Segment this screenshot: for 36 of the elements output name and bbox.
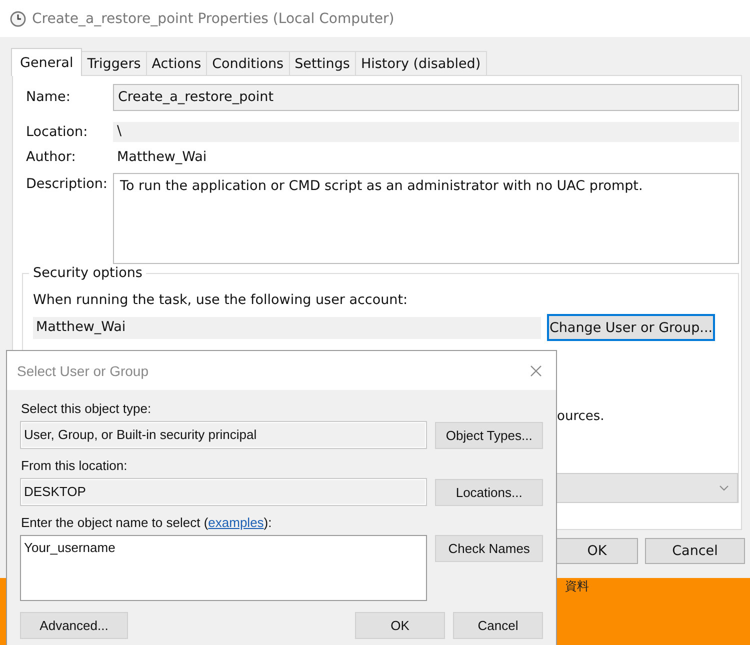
- location-field: DESKTOP: [20, 478, 428, 506]
- dialog-button[interactable]: Cancel: [645, 538, 745, 564]
- close-icon[interactable]: [530, 364, 542, 376]
- group-title: Security options: [29, 265, 146, 281]
- examples-link[interactable]: examples: [208, 515, 264, 530]
- dialog-button[interactable]: OK: [556, 538, 638, 564]
- dialog-button[interactable]: Cancel: [453, 612, 543, 639]
- chevron-down-icon: [719, 485, 729, 491]
- account-prompt: When running the task, use the following user account:: [33, 292, 409, 308]
- clock-icon: [10, 10, 26, 26]
- dialog-button[interactable]: OK: [355, 612, 445, 639]
- change-user-button[interactable]: Change User or Group...: [547, 314, 715, 341]
- advanced-button[interactable]: Advanced...: [20, 612, 128, 639]
- user-account-field: Matthew_Wai: [33, 316, 541, 338]
- field-label: Location:: [26, 123, 89, 140]
- field-label: Enter the object name to select (examples):: [21, 515, 273, 530]
- object-type-field: User, Group, or Built-in security principal: [20, 421, 428, 449]
- name-field[interactable]: Create_a_restore_point: [113, 84, 739, 111]
- description-field[interactable]: To run the application or CMD script as an administrator with no UAC prompt.: [113, 173, 739, 264]
- field-label: Author:: [26, 148, 77, 165]
- field-label: Name:: [26, 88, 72, 105]
- location-field: \: [113, 122, 739, 142]
- dialog-title: Select User or Group: [17, 362, 148, 378]
- object-name-field[interactable]: Your_username: [20, 535, 428, 601]
- background-text: 資料: [565, 580, 589, 592]
- tab[interactable]: History (disabled): [354, 51, 487, 75]
- description-text: ources.: [557, 409, 606, 424]
- window-title: Create_a_restore_point Properties (Local Computer): [32, 10, 394, 26]
- object-types-button[interactable]: Object Types...: [435, 422, 543, 448]
- check-names-button[interactable]: Check Names: [435, 535, 543, 562]
- field-label: Select this object type:: [21, 401, 152, 416]
- locations-button[interactable]: Locations...: [435, 478, 543, 506]
- author-value: Matthew_Wai: [116, 148, 208, 165]
- tab[interactable]: General: [11, 48, 82, 76]
- field-label: From this location:: [21, 458, 128, 473]
- field-label: Description:: [26, 175, 108, 192]
